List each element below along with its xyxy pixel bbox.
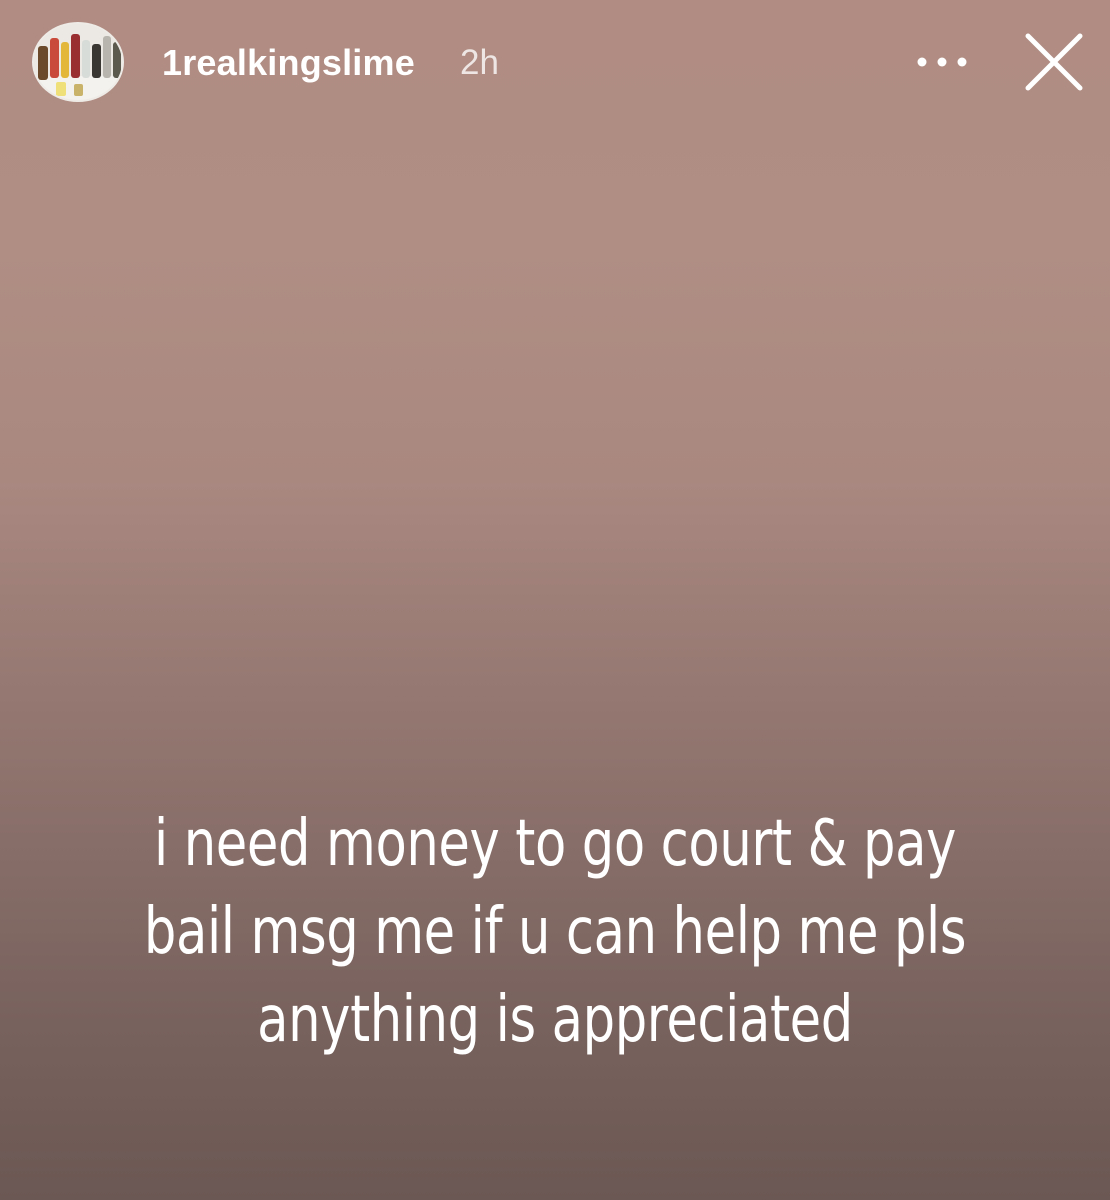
story-header: 1realkingslime 2h bbox=[0, 0, 1110, 130]
story-caption: i need money to go court & pay bail msg … bbox=[143, 807, 967, 1057]
username[interactable]: 1realkingslime bbox=[162, 42, 415, 84]
more-options-button[interactable] bbox=[910, 40, 974, 84]
close-button[interactable] bbox=[1018, 26, 1090, 98]
post-timestamp: 2h bbox=[460, 43, 499, 82]
story-viewer[interactable]: 1realkingslime 2h i need money to go cou… bbox=[0, 0, 1110, 1200]
avatar-photo bbox=[34, 24, 122, 100]
close-icon bbox=[1025, 33, 1083, 91]
avatar[interactable] bbox=[32, 22, 124, 102]
more-horizontal-icon bbox=[917, 57, 967, 67]
